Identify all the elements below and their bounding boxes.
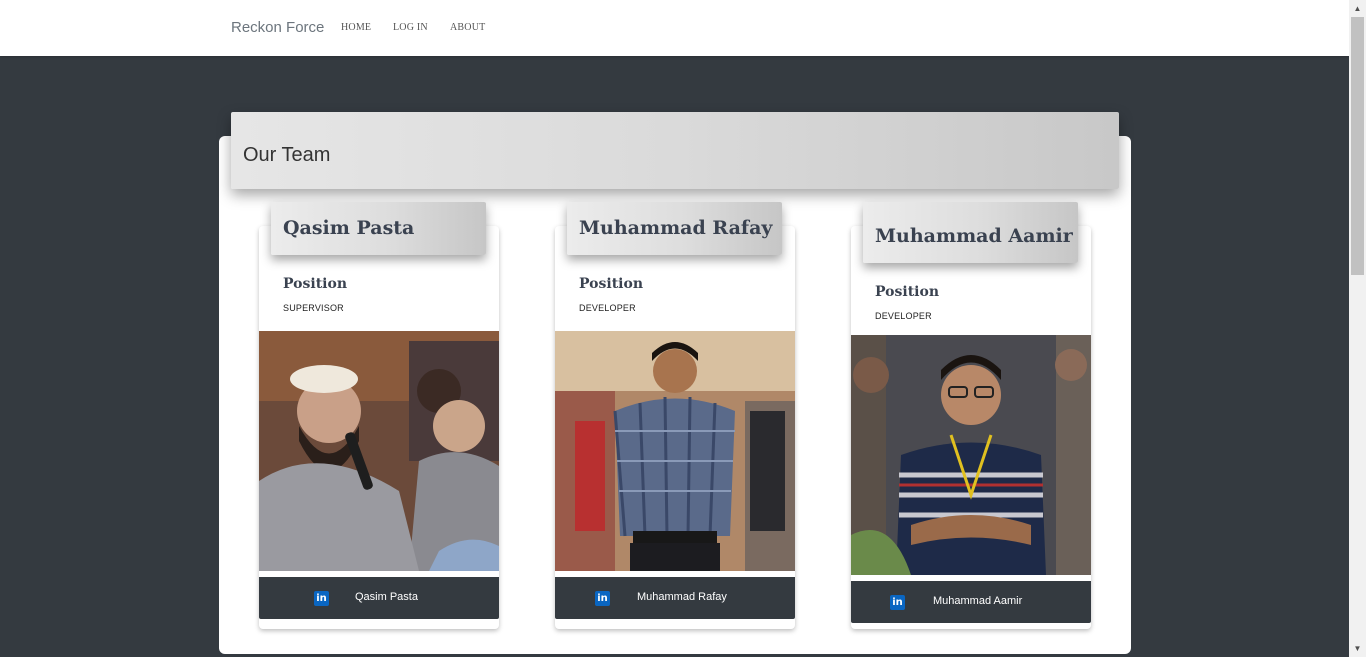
member-card-aamir: Position DEVELOPER in Muhammad Aamir [851, 226, 1091, 629]
position-label: Position [579, 276, 643, 292]
position-value: DEVELOPER [875, 311, 932, 321]
navbar: Reckon Force HOME LOG IN ABOUT [0, 0, 1349, 56]
member-name: Qasim Pasta [283, 217, 415, 239]
team-header: Our Team [231, 112, 1119, 189]
linkedin-footer[interactable]: in Muhammad Aamir [851, 581, 1091, 623]
linkedin-name[interactable]: Muhammad Rafay [637, 591, 727, 603]
nav-home-link[interactable]: HOME [341, 22, 371, 33]
member-photo [555, 331, 795, 571]
linkedin-name[interactable]: Muhammad Aamir [933, 595, 1022, 607]
member-card-qasim: Position SUPERVISOR in Qasim Pasta [259, 226, 499, 629]
member-photo [851, 335, 1091, 575]
nav-login-link[interactable]: LOG IN [393, 22, 428, 33]
nav-about-link[interactable]: ABOUT [450, 22, 485, 33]
linkedin-footer[interactable]: in Muhammad Rafay [555, 577, 795, 619]
member-card-rafay: Position DEVELOPER in Muhammad Rafay [555, 226, 795, 629]
linkedin-icon[interactable]: in [595, 591, 610, 606]
linkedin-icon[interactable]: in [890, 595, 905, 610]
team-title: Our Team [243, 144, 331, 166]
linkedin-name[interactable]: Qasim Pasta [355, 591, 418, 603]
member-name-tag: Qasim Pasta [271, 202, 486, 255]
position-label: Position [875, 284, 939, 300]
member-photo [259, 331, 499, 571]
position-label: Position [283, 276, 347, 292]
member-name: Muhammad Rafay [579, 217, 773, 239]
brand-link[interactable]: Reckon Force [231, 19, 324, 36]
scroll-down-arrow-icon[interactable]: ▼ [1349, 640, 1366, 657]
member-name-tag: Muhammad Rafay [567, 202, 782, 255]
scroll-up-arrow-icon[interactable]: ▲ [1349, 0, 1366, 17]
linkedin-icon[interactable]: in [314, 591, 329, 606]
member-name-tag: Muhammad Aamir [863, 202, 1078, 263]
linkedin-footer[interactable]: in Qasim Pasta [259, 577, 499, 619]
position-value: SUPERVISOR [283, 303, 344, 313]
member-name: Muhammad Aamir [875, 225, 1073, 247]
page-scrollbar[interactable]: ▲ ▼ [1349, 0, 1366, 657]
position-value: DEVELOPER [579, 303, 636, 313]
scroll-thumb[interactable] [1351, 17, 1364, 275]
